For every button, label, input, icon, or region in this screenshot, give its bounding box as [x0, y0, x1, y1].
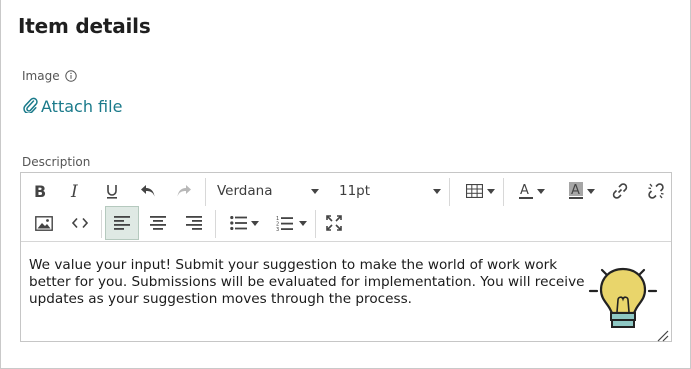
- attach-file-link[interactable]: Attach file: [22, 95, 122, 117]
- redo-icon: [177, 185, 191, 197]
- svg-text:B: B: [34, 183, 46, 199]
- image-label-text: Image: [22, 69, 60, 83]
- description-label: Description: [22, 155, 91, 169]
- source-code-button[interactable]: [63, 206, 97, 240]
- bold-button[interactable]: B: [23, 174, 57, 208]
- redo-button[interactable]: [167, 174, 201, 208]
- align-right-icon: [186, 216, 202, 230]
- page-title: Item details: [18, 14, 151, 38]
- svg-text:A: A: [520, 183, 529, 198]
- highlight-color-dropdown-arrow[interactable]: [583, 174, 599, 208]
- numbered-list-icon: 123: [276, 216, 293, 231]
- toolbar-divider: [503, 178, 504, 206]
- fullscreen-icon: [326, 215, 342, 231]
- text-color-icon: A: [519, 183, 533, 199]
- underline-button[interactable]: [95, 174, 129, 208]
- editor-toolbar-row-1: B I Verdana 11pt A A: [21, 174, 671, 210]
- undo-button[interactable]: [131, 174, 165, 208]
- font-size-dropdown[interactable]: 11pt: [339, 174, 441, 208]
- table-dropdown-arrow[interactable]: [483, 174, 499, 208]
- bold-icon: B: [34, 183, 46, 199]
- toolbar-divider: [315, 210, 316, 238]
- unlink-icon: [648, 183, 664, 199]
- link-button[interactable]: [603, 174, 637, 208]
- chevron-down-icon: [487, 188, 495, 194]
- editor-content[interactable]: We value your input! Submit your suggest…: [29, 257, 589, 308]
- svg-text:I: I: [70, 183, 78, 199]
- chevron-down-icon: [251, 220, 259, 226]
- bullet-list-icon: [229, 216, 247, 230]
- chevron-down-icon: [299, 220, 307, 226]
- resize-handle-icon[interactable]: [657, 327, 669, 342]
- chevron-down-icon: [433, 189, 441, 194]
- undo-icon: [141, 185, 155, 197]
- unlink-button[interactable]: [639, 174, 673, 208]
- editor-toolbar-row-2: 123: [21, 206, 671, 242]
- chevron-down-icon: [587, 188, 595, 194]
- image-label: Image: [22, 69, 77, 83]
- table-icon: [465, 184, 483, 198]
- font-family-value: Verdana: [217, 183, 273, 199]
- insert-image-button[interactable]: [27, 206, 61, 240]
- chevron-down-icon: [537, 188, 545, 194]
- code-icon: [72, 217, 88, 229]
- rich-text-editor[interactable]: B I Verdana 11pt A A 1 2 3 We value your…: [20, 172, 672, 342]
- svg-text:3: 3: [276, 227, 279, 231]
- svg-text:A: A: [571, 183, 580, 198]
- toolbar-divider: [205, 178, 206, 206]
- italic-icon: I: [70, 183, 78, 199]
- toolbar-divider: [101, 210, 102, 238]
- image-icon: [35, 215, 53, 231]
- align-left-icon: [114, 216, 130, 230]
- bullet-list-dropdown-arrow[interactable]: [247, 206, 263, 240]
- attach-file-label: Attach file: [41, 96, 123, 116]
- align-center-icon: [150, 216, 166, 230]
- toolbar-divider: [449, 178, 450, 206]
- underline-icon: [107, 184, 117, 199]
- text-color-dropdown-arrow[interactable]: [533, 174, 549, 208]
- font-size-value: 11pt: [339, 183, 371, 199]
- italic-button[interactable]: I: [59, 174, 93, 208]
- numbered-list-dropdown-arrow[interactable]: [295, 206, 311, 240]
- paperclip-icon: [22, 95, 38, 117]
- info-circle-icon[interactable]: [64, 70, 77, 82]
- link-icon: [612, 183, 628, 199]
- font-family-dropdown[interactable]: Verdana: [217, 174, 319, 208]
- toolbar-bottom-border: [21, 241, 671, 242]
- chevron-down-icon: [311, 189, 319, 194]
- fullscreen-button[interactable]: [317, 206, 351, 240]
- toolbar-divider: [215, 210, 216, 238]
- align-left-button[interactable]: [105, 206, 139, 240]
- highlight-color-icon: A: [569, 182, 583, 199]
- align-center-button[interactable]: [141, 206, 175, 240]
- align-right-button[interactable]: [177, 206, 211, 240]
- lightbulb-icon: [587, 261, 659, 335]
